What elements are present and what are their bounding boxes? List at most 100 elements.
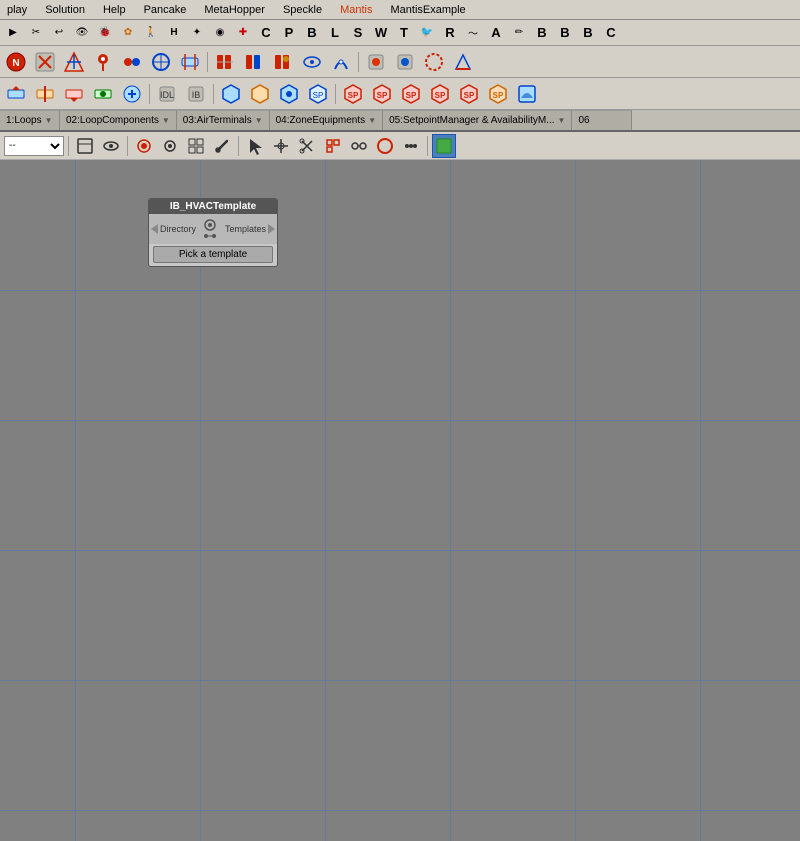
tb1-person-btn[interactable]: 🚶 [140,22,162,44]
tb4-eye-btn[interactable] [99,134,123,158]
vsep-7 [127,136,128,156]
tb4-crosshair-btn[interactable] [269,134,293,158]
tb3-icon-5[interactable] [118,80,146,108]
tb1-r-btn[interactable]: R [439,22,461,44]
tb4-nodes-btn[interactable] [347,134,371,158]
tb2-icon-8[interactable] [211,48,239,76]
tb1-arrow-btn[interactable]: ▶ [2,22,24,44]
tab-loops[interactable]: 1:Loops ▼ [0,110,60,130]
tb3-icon-7[interactable]: IB [182,80,210,108]
tb1-s-btn[interactable]: S [347,22,369,44]
tb4-grid-btn[interactable] [184,134,208,158]
tb3-icon-4[interactable] [89,80,117,108]
menu-pancake[interactable]: Pancake [141,3,190,17]
tb1-c-btn[interactable]: C [255,22,277,44]
tb4-multiselect-btn[interactable] [321,134,345,158]
tab-airterminals[interactable]: 03:AirTerminals ▼ [177,110,270,130]
menu-speckle[interactable]: Speckle [280,3,325,17]
tb1-bug-btn[interactable]: 🐞 [94,22,116,44]
tb1-b2-btn[interactable]: B [531,22,553,44]
tab-setpointmanager[interactable]: 05:SetpointManager & AvailabilityM... ▼ [383,110,572,130]
tb2-icon-4[interactable] [89,48,117,76]
tb4-record-btn[interactable] [132,134,156,158]
tb3-icon-1[interactable] [2,80,30,108]
tb1-c2-btn[interactable]: C [600,22,622,44]
tb2-icon-15[interactable] [420,48,448,76]
tb1-star-btn[interactable]: ✦ [186,22,208,44]
tb2-icon-6[interactable] [147,48,175,76]
tb3-hex-1[interactable] [217,80,245,108]
svg-text:SP: SP [377,91,388,100]
canvas-area[interactable]: IB_HVACTemplate Directory Templates [0,160,800,841]
tb3-water-icon[interactable] [513,80,541,108]
tb3-hex-3[interactable] [275,80,303,108]
tb2-icon-3[interactable] [60,48,88,76]
tb1-a-btn[interactable]: A [485,22,507,44]
tb4-scissor-btn[interactable] [295,134,319,158]
svg-text:N: N [12,58,19,69]
tb2-icon-9[interactable] [240,48,268,76]
tb1-b4-btn[interactable]: B [577,22,599,44]
tb2-icon-12[interactable] [327,48,355,76]
tb2-icon-2[interactable] [31,48,59,76]
tb1-b-btn[interactable]: B [301,22,323,44]
tb1-w-btn[interactable]: W [370,22,392,44]
menu-play[interactable]: play [4,3,30,17]
tab-06[interactable]: 06 [572,110,632,130]
tb1-wave-btn[interactable]: 〜 [462,22,484,44]
tb1-bird-btn[interactable]: 🐦 [416,22,438,44]
tab-loopcomponents[interactable]: 02:LoopComponents ▼ [60,110,177,130]
tb2-icon-7[interactable] [176,48,204,76]
vsep-3 [149,84,150,104]
tb3-sp-2[interactable]: SP [368,80,396,108]
tb4-dots-btn[interactable] [399,134,423,158]
tb3-icon-2[interactable] [31,80,59,108]
pick-template-button[interactable]: Pick a template [153,246,273,263]
tb4-frame-btn[interactable] [73,134,97,158]
tb3-sp-5[interactable]: SP [455,80,483,108]
menu-mantis[interactable]: Mantis [337,3,375,17]
zoom-select[interactable]: -- 50% 100% 200% [4,136,64,156]
tb2-icon-14[interactable] [391,48,419,76]
tb4-green-square-btn[interactable] [432,134,456,158]
menu-solution[interactable]: Solution [42,3,88,17]
svg-text:SP: SP [313,91,324,100]
tb2-icon-16[interactable] [449,48,477,76]
tb2-icon-5[interactable] [118,48,146,76]
tb4-circle-btn[interactable] [373,134,397,158]
tb4-wrench-btn[interactable] [210,134,234,158]
tb3-icon-6[interactable]: IDL [153,80,181,108]
tb1-scissors-btn[interactable]: ✂ [25,22,47,44]
tb1-undo-btn[interactable]: ↩ [48,22,70,44]
tb1-flower-btn[interactable]: ✿ [117,22,139,44]
svg-text:SP: SP [435,91,446,100]
tb3-sp-3[interactable]: SP [397,80,425,108]
tb2-icon-11[interactable] [298,48,326,76]
tb1-p-btn[interactable]: P [278,22,300,44]
tb3-icon-3[interactable] [60,80,88,108]
tab-zoneequipments[interactable]: 04:ZoneEquipments ▼ [270,110,383,130]
tb2-icon-1[interactable]: N [2,48,30,76]
tb1-b3-btn[interactable]: B [554,22,576,44]
tb1-h-btn[interactable]: H [163,22,185,44]
tb4-settings-btn[interactable] [158,134,182,158]
menu-metahopper[interactable]: MetaHopper [201,3,268,17]
tb1-pen-btn[interactable]: ✏ [508,22,530,44]
menu-help[interactable]: Help [100,3,129,17]
tb3-sp-1[interactable]: SP [339,80,367,108]
tb4-pointer-btn[interactable] [243,134,267,158]
tb1-circle-btn[interactable]: ◉ [209,22,231,44]
tb1-eye-btn[interactable]: 👁 [71,22,93,44]
tb1-l-btn[interactable]: L [324,22,346,44]
tb1-t-btn[interactable]: T [393,22,415,44]
tb3-hex-2[interactable] [246,80,274,108]
tb3-hex-4[interactable]: SP [304,80,332,108]
menu-mantisexample[interactable]: MantisExample [387,3,468,17]
tb2-icon-10[interactable] [269,48,297,76]
port-left[interactable]: Directory [149,224,196,234]
tb3-sp-4[interactable]: SP [426,80,454,108]
port-right[interactable]: Templates [225,224,277,234]
tb2-icon-13[interactable] [362,48,390,76]
tb1-cross-btn[interactable]: ✚ [232,22,254,44]
tb3-sp-6[interactable]: SP [484,80,512,108]
